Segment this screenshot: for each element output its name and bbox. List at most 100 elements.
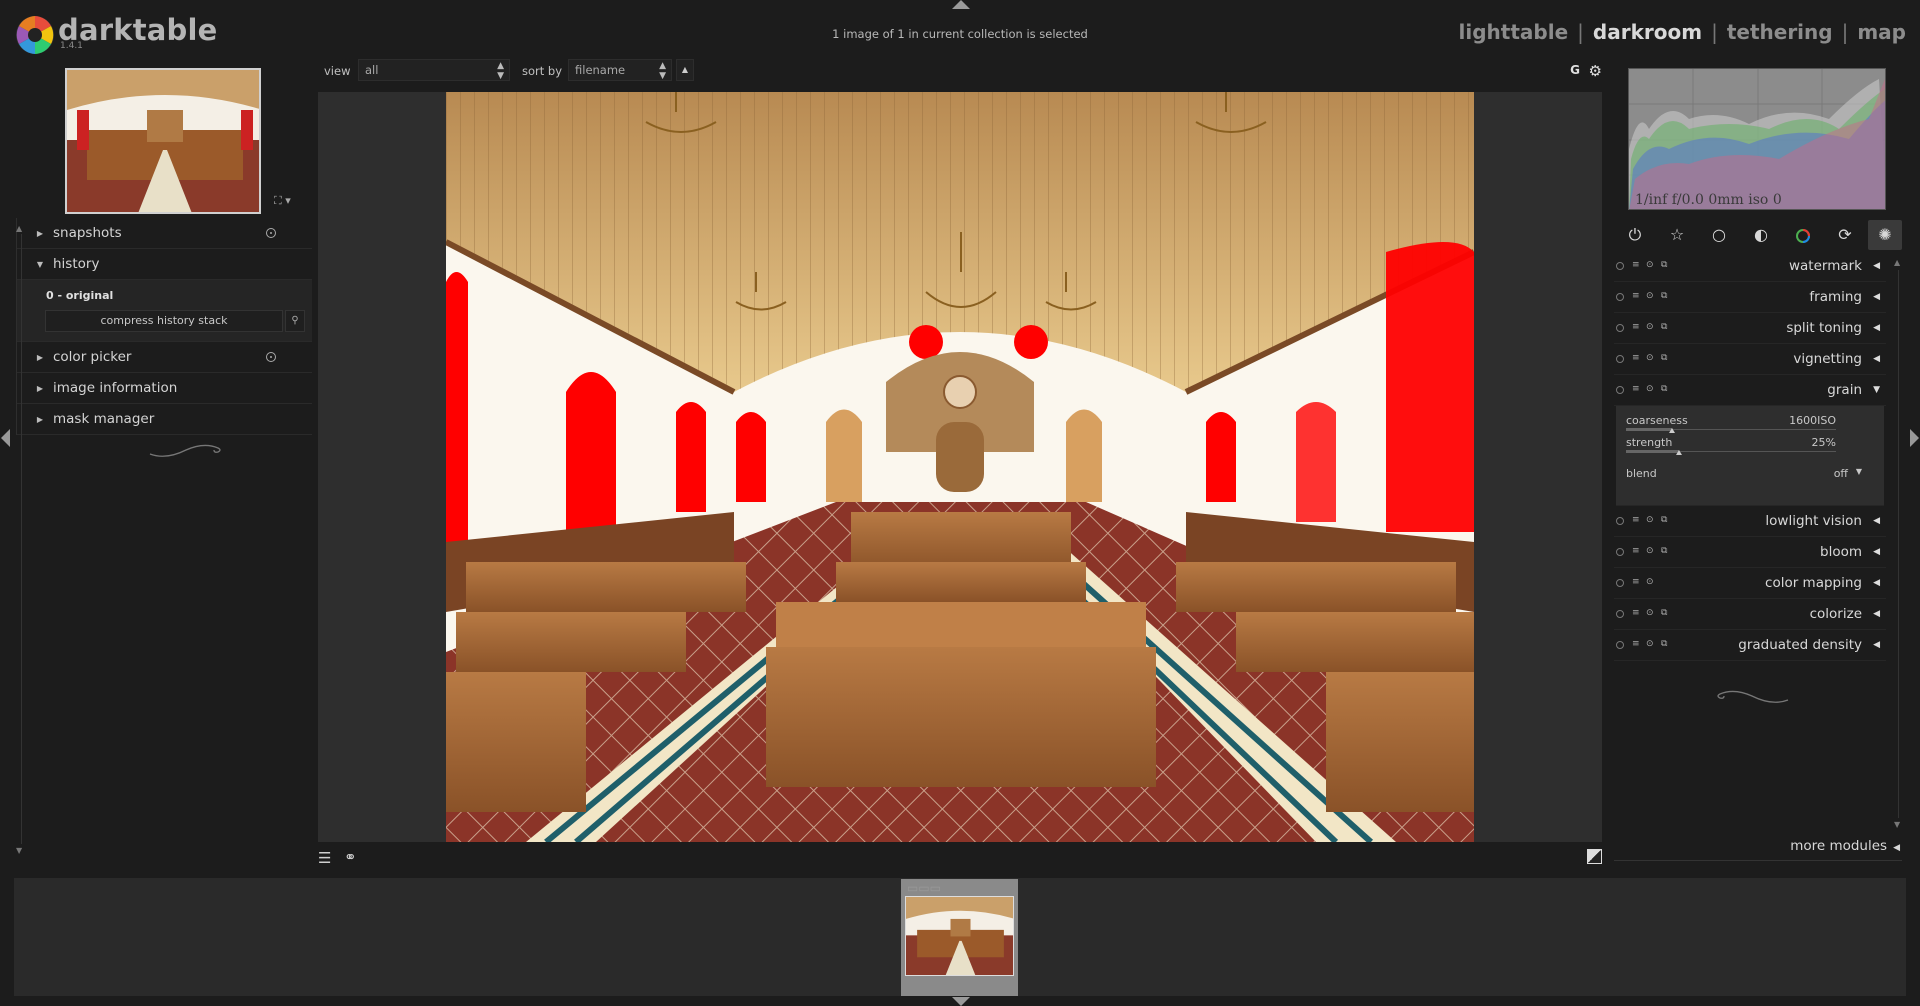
multi-instance-icon[interactable]: ≡	[1632, 384, 1640, 394]
multi-instance-icon[interactable]: ≡	[1632, 639, 1640, 649]
module-watermark[interactable]: ≡ ⊙ ⧉ watermark ◀	[1614, 251, 1886, 282]
presets-icon[interactable]: ⧉	[1661, 515, 1667, 525]
module-color-picker[interactable]: ▶ color picker	[17, 342, 312, 373]
circle-icon[interactable]: ○	[1702, 220, 1736, 250]
styles-icon[interactable]: ⚭	[344, 848, 357, 866]
presets-icon[interactable]	[266, 228, 276, 238]
main-image[interactable]	[446, 92, 1474, 842]
reset-icon[interactable]: ⊙	[1646, 322, 1654, 332]
slider-marker[interactable]	[1675, 450, 1682, 455]
multi-instance-icon[interactable]: ≡	[1632, 291, 1640, 301]
reset-icon[interactable]: ⊙	[1646, 515, 1654, 525]
reset-icon[interactable]: ⊙	[1646, 639, 1654, 649]
histogram[interactable]: 1/inf f/0.0 0mm iso 0	[1628, 68, 1886, 210]
enable-toggle-icon[interactable]	[1616, 262, 1624, 270]
strength-slider[interactable]: strength 25%	[1626, 436, 1858, 456]
enable-toggle-icon[interactable]	[1616, 293, 1624, 301]
enable-toggle-icon[interactable]	[1616, 610, 1624, 618]
left-panel-toggle[interactable]	[1, 429, 10, 447]
presets-icon[interactable]: ⧉	[1661, 353, 1667, 363]
blend-select[interactable]: blend off ▼	[1626, 467, 1876, 480]
enable-toggle-icon[interactable]	[1616, 579, 1624, 587]
enable-toggle-icon[interactable]	[1616, 355, 1624, 363]
reset-icon[interactable]: ⊙	[1646, 577, 1654, 587]
enable-toggle-icon[interactable]	[1616, 548, 1624, 556]
module-lowlight-vision[interactable]: ≡ ⊙ ⧉ lowlight vision ◀	[1614, 506, 1886, 537]
navigation-thumbnail[interactable]	[65, 68, 261, 214]
bottom-panel-toggle[interactable]	[952, 997, 970, 1006]
multi-instance-icon[interactable]: ≡	[1632, 260, 1640, 270]
presets-icon[interactable]: ⧉	[1661, 322, 1667, 332]
quick-access-icon[interactable]: ☰	[318, 849, 331, 867]
history-lock-icon[interactable]: ⚲	[285, 310, 305, 332]
presets-icon[interactable]: ⧉	[1661, 639, 1667, 649]
multi-instance-icon[interactable]: ≡	[1632, 546, 1640, 556]
compress-history-button[interactable]: compress history stack	[45, 310, 283, 332]
sort-direction-button[interactable]: ▲	[676, 59, 694, 81]
slider-marker[interactable]	[1669, 428, 1676, 433]
zoom-icon[interactable]: ⛶ ▾	[274, 194, 291, 208]
module-colorize[interactable]: ≡ ⊙ ⧉ colorize ◀	[1614, 599, 1886, 630]
presets-icon[interactable]: ⧉	[1661, 291, 1667, 301]
refresh-icon[interactable]: ⟳	[1828, 220, 1862, 250]
multi-instance-icon[interactable]: ≡	[1632, 353, 1640, 363]
left-scrollbar[interactable]	[21, 234, 22, 844]
top-panel-toggle[interactable]	[952, 0, 970, 9]
view-filter-select[interactable]: all ▲ ▼	[358, 59, 510, 81]
half-circle-icon[interactable]: ◐	[1744, 220, 1778, 250]
multi-instance-icon[interactable]: ≡	[1632, 322, 1640, 332]
module-split-toning[interactable]: ≡ ⊙ ⧉ split toning ◀	[1614, 313, 1886, 344]
view-map[interactable]: map	[1857, 20, 1906, 44]
module-history[interactable]: ▼ history	[17, 249, 312, 280]
right-scrollbar[interactable]	[1898, 270, 1899, 818]
view-tethering[interactable]: tethering	[1727, 20, 1833, 44]
presets-icon[interactable]	[266, 352, 276, 362]
presets-icon[interactable]: ⧉	[1661, 546, 1667, 556]
coarseness-slider[interactable]: coarseness 1600ISO	[1626, 414, 1858, 434]
more-modules-button[interactable]: more modules ◀	[1790, 838, 1900, 854]
reset-icon[interactable]: ⊙	[1646, 353, 1654, 363]
presets-icon[interactable]: ⧉	[1661, 260, 1667, 270]
module-bloom[interactable]: ≡ ⊙ ⧉ bloom ◀	[1614, 537, 1886, 568]
view-darkroom[interactable]: darkroom	[1593, 20, 1702, 44]
color-circle-icon[interactable]	[1786, 220, 1820, 250]
sort-select[interactable]: filename ▲ ▼	[568, 59, 672, 81]
reset-icon[interactable]: ⊙	[1646, 291, 1654, 301]
filmstrip-thumb[interactable]: ▭▭▭	[901, 879, 1018, 996]
enable-toggle-icon[interactable]	[1616, 324, 1624, 332]
module-mask-manager[interactable]: ▶ mask manager	[17, 404, 312, 435]
reset-icon[interactable]: ⊙	[1646, 608, 1654, 618]
left-scroll-down-icon[interactable]: ▼	[16, 846, 22, 855]
reset-icon[interactable]: ⊙	[1646, 546, 1654, 556]
right-panel-toggle[interactable]	[1910, 429, 1919, 447]
right-scroll-down-icon[interactable]: ▼	[1894, 820, 1900, 829]
module-snapshots[interactable]: ▶ snapshots	[17, 218, 312, 249]
presets-icon[interactable]: ⧉	[1661, 608, 1667, 618]
grouping-button[interactable]: G	[1570, 63, 1580, 77]
power-icon[interactable]: ⏻	[1618, 220, 1652, 250]
multi-instance-icon[interactable]: ≡	[1632, 515, 1640, 525]
right-scroll-up-icon[interactable]: ▲	[1894, 258, 1900, 267]
reset-icon[interactable]: ⊙	[1646, 260, 1654, 270]
gear-icon[interactable]: ⚙	[1589, 62, 1602, 80]
reset-icon[interactable]: ⊙	[1646, 384, 1654, 394]
presets-icon[interactable]: ⧉	[1661, 384, 1667, 394]
filmstrip-thumb-image[interactable]	[905, 896, 1014, 976]
module-color-mapping[interactable]: ≡ ⊙ color mapping ◀	[1614, 568, 1886, 599]
star-icon[interactable]: ☆	[1660, 220, 1694, 250]
module-framing[interactable]: ≡ ⊙ ⧉ framing ◀	[1614, 282, 1886, 313]
overexposed-toggle-icon[interactable]	[1587, 849, 1602, 864]
enable-toggle-icon[interactable]	[1616, 386, 1624, 394]
enable-toggle-icon[interactable]	[1616, 641, 1624, 649]
aperture-icon[interactable]: ✺	[1868, 220, 1902, 250]
multi-instance-icon[interactable]: ≡	[1632, 608, 1640, 618]
module-vignetting[interactable]: ≡ ⊙ ⧉ vignetting ◀	[1614, 344, 1886, 375]
enable-toggle-icon[interactable]	[1616, 517, 1624, 525]
left-scroll-up-icon[interactable]: ▲	[16, 224, 22, 233]
multi-instance-icon[interactable]: ≡	[1632, 577, 1640, 587]
module-grain[interactable]: ≡ ⊙ ⧉ grain ▼	[1614, 375, 1886, 406]
module-graduated-density[interactable]: ≡ ⊙ ⧉ graduated density ◀	[1614, 630, 1886, 661]
view-lighttable[interactable]: lighttable	[1459, 20, 1569, 44]
module-image-information[interactable]: ▶ image information	[17, 373, 312, 404]
history-item[interactable]: 0 - original	[46, 289, 113, 302]
